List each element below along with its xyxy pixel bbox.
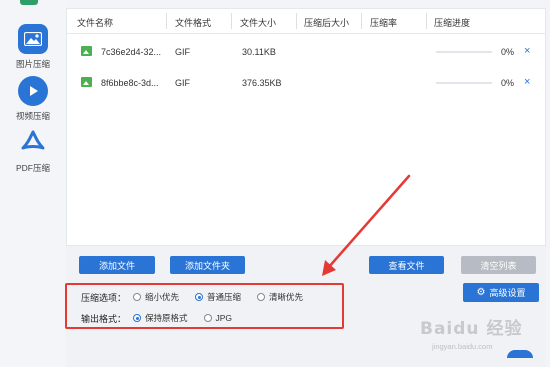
pdf-icon	[18, 128, 48, 158]
radio-shrink-first[interactable]: 缩小优先	[133, 291, 179, 303]
column-header-format: 文件格式	[175, 18, 212, 28]
radio-clarity-first[interactable]: 清晰优先	[257, 291, 303, 303]
column-header-size: 文件大小	[240, 18, 277, 28]
column-divider	[231, 13, 232, 29]
table-row[interactable]: 8f6bbe8c-3d... GIF 376.35KB 0% ×	[67, 68, 547, 98]
table-header: 文件名称 文件格式 文件大小 压缩后大小 压缩率 压缩进度	[67, 9, 545, 34]
radio-circle	[203, 314, 212, 322]
sidebar-item-label: 视频压缩	[15, 111, 50, 121]
view-files-button[interactable]: 查看文件	[369, 256, 444, 274]
sidebar-item-image-compress[interactable]: 图片压缩	[0, 24, 66, 70]
remove-file-icon[interactable]: ×	[524, 45, 530, 57]
file-format: GIF	[175, 78, 190, 88]
file-name: 7c36e2d4-32...	[101, 47, 162, 57]
sidebar-item-video-compress[interactable]: 视频压缩	[0, 76, 66, 122]
image-file-icon	[81, 46, 92, 56]
column-header-progress: 压缩进度	[434, 18, 471, 28]
compression-options-box: 压缩选项： 缩小优先 普通压缩 清晰优先 输出格式： 保持原格式 JPG	[65, 283, 344, 329]
radio-circle	[133, 293, 141, 301]
add-file-button[interactable]: 添加文件	[79, 256, 155, 274]
progress-percent: 0%	[501, 47, 515, 57]
compression-option-row: 压缩选项： 缩小优先 普通压缩 清晰优先	[81, 290, 319, 304]
watermark-brand: Baidu 经验	[420, 319, 523, 339]
advanced-settings-button[interactable]: ⚙ 高级设置	[463, 283, 539, 302]
column-header-ratio: 压缩率	[370, 18, 398, 28]
corner-badge	[507, 350, 533, 358]
gear-icon: ⚙	[476, 287, 486, 298]
radio-keep-format[interactable]: 保持原格式	[133, 312, 188, 324]
app-logo	[20, 0, 38, 5]
play-icon	[18, 76, 48, 106]
table-row[interactable]: 7c36e2d4-32... GIF 30.11KB 0% ×	[67, 37, 547, 67]
sidebar-item-label: 图片压缩	[15, 59, 50, 69]
column-divider	[166, 13, 167, 29]
image-icon	[18, 24, 48, 54]
compression-option-label: 压缩选项：	[81, 292, 127, 303]
file-size: 30.11KB	[242, 47, 276, 57]
radio-circle	[257, 293, 266, 301]
sidebar-item-pdf-compress[interactable]: PDF压缩	[0, 128, 66, 174]
sidebar: 图片压缩 视频压缩 PDF压缩	[0, 0, 66, 367]
file-format: GIF	[175, 47, 190, 57]
watermark-url: jingyan.baidu.com	[432, 342, 493, 351]
file-size: 376.35KB	[242, 78, 282, 88]
baidu-watermark: Baidu 经验 jingyan.baidu.com	[420, 314, 542, 358]
clear-list-button[interactable]: 清空列表	[461, 256, 536, 274]
column-header-name: 文件名称	[77, 18, 114, 28]
remove-file-icon[interactable]: ×	[524, 76, 530, 88]
file-list-panel: 文件名称 文件格式 文件大小 压缩后大小 压缩率 压缩进度 7c36e2d4-3…	[66, 8, 546, 246]
add-folder-button[interactable]: 添加文件夹	[170, 256, 245, 274]
file-name: 8f6bbe8c-3d...	[101, 78, 159, 88]
progress-bar	[436, 51, 492, 53]
output-format-label: 输出格式：	[81, 313, 127, 324]
radio-normal-compress[interactable]: 普通压缩	[195, 291, 241, 303]
radio-circle-selected	[133, 314, 141, 322]
column-header-compressed-size: 压缩后大小	[304, 18, 350, 28]
column-divider	[361, 13, 362, 29]
radio-jpg[interactable]: JPG	[203, 313, 232, 323]
radio-circle-selected	[195, 293, 204, 301]
sidebar-item-label: PDF压缩	[15, 163, 50, 173]
column-divider	[296, 13, 297, 29]
progress-percent: 0%	[501, 78, 515, 88]
column-divider	[426, 13, 427, 29]
image-file-icon	[81, 77, 92, 87]
advanced-settings-label: 高级设置	[489, 288, 526, 298]
progress-bar	[436, 82, 492, 84]
output-format-row: 输出格式： 保持原格式 JPG	[81, 311, 248, 325]
